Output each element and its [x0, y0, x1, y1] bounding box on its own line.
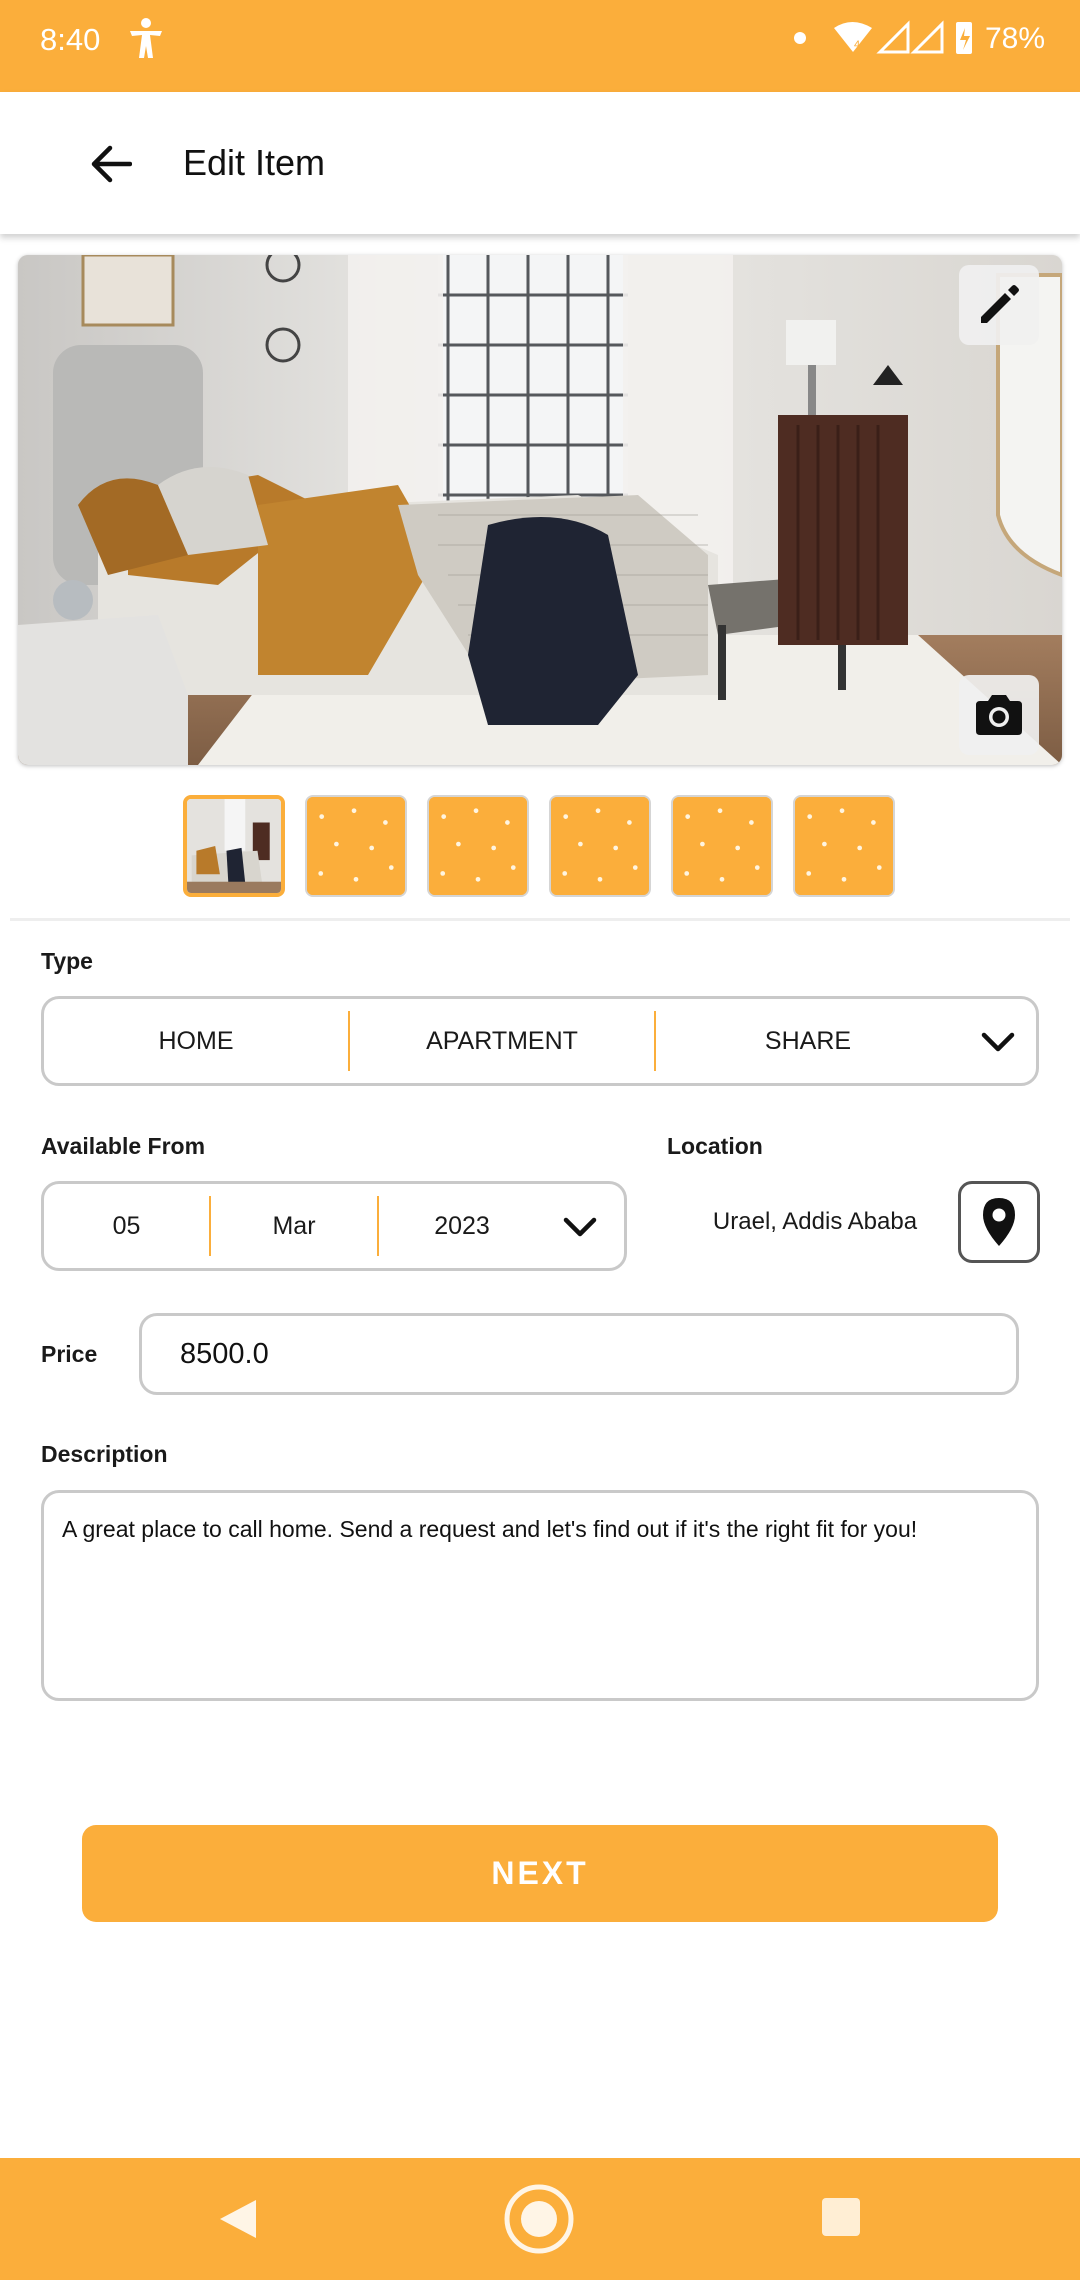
map-pin-icon: [983, 1198, 1015, 1246]
type-option-home[interactable]: HOME: [44, 999, 348, 1083]
type-selector[interactable]: HOME APARTMENT SHARE: [41, 996, 1039, 1086]
back-button[interactable]: [80, 136, 140, 192]
thumbnail-photo: [187, 799, 281, 893]
pattern-icon: [429, 797, 527, 895]
description-input[interactable]: A great place to call home. Send a reque…: [41, 1490, 1039, 1701]
price-input[interactable]: 8500.0: [139, 1313, 1019, 1395]
pattern-icon: [307, 797, 405, 895]
date-year[interactable]: 2023: [379, 1184, 545, 1268]
status-time: 8:40: [40, 22, 101, 57]
pencil-icon: [981, 285, 1019, 323]
svg-text:4: 4: [854, 39, 860, 51]
location-label: Location: [667, 1133, 763, 1159]
status-bar: 8:40 4 78%: [0, 0, 1080, 92]
location-value: Urael, Addis Ababa: [712, 1208, 918, 1235]
available-from-label: Available From: [41, 1133, 206, 1159]
thumbnail-placeholder[interactable]: [305, 795, 407, 897]
date-month[interactable]: Mar: [211, 1184, 377, 1268]
accessibility-icon: [130, 18, 162, 58]
description-label: Description: [41, 1441, 168, 1467]
chevron-down-icon[interactable]: [978, 1027, 1018, 1057]
main-photo[interactable]: [18, 255, 1062, 765]
price-label: Price: [41, 1341, 98, 1367]
thumbnail-placeholder[interactable]: [793, 795, 895, 897]
date-selector[interactable]: 05 Mar 2023: [41, 1181, 627, 1271]
chevron-down-icon[interactable]: [560, 1212, 600, 1242]
pick-location-button[interactable]: [958, 1181, 1040, 1263]
thumbnail-selected[interactable]: [183, 795, 285, 897]
next-button[interactable]: NEXT: [82, 1825, 998, 1922]
type-option-apartment[interactable]: APARTMENT: [350, 999, 654, 1083]
pattern-icon: [795, 797, 893, 895]
thumbnail-placeholder[interactable]: [671, 795, 773, 897]
pattern-icon: [551, 797, 649, 895]
battery-level: 78%: [985, 22, 1046, 55]
camera-button[interactable]: [959, 675, 1039, 755]
pattern-icon: [673, 797, 771, 895]
page-title: Edit Item: [183, 142, 326, 183]
arrow-back-icon: [91, 145, 132, 183]
edit-photo-button[interactable]: [959, 265, 1039, 345]
camera-icon: [976, 695, 1022, 735]
app-bar: Edit Item: [0, 92, 1080, 234]
date-day[interactable]: 05: [44, 1184, 209, 1268]
bedroom-photo: [18, 255, 1062, 765]
nav-home-icon[interactable]: [503, 2183, 575, 2255]
nav-back-icon[interactable]: [216, 2196, 260, 2242]
thumbnail-placeholder[interactable]: [427, 795, 529, 897]
connectivity-icons: 4: [834, 20, 972, 54]
notification-dot-icon: [794, 32, 806, 44]
type-option-share[interactable]: SHARE: [656, 999, 960, 1083]
divider: [10, 918, 1070, 921]
thumbnail-placeholder[interactable]: [549, 795, 651, 897]
type-label: Type: [41, 948, 93, 974]
navigation-bar: [0, 2158, 1080, 2280]
nav-recents-icon[interactable]: [822, 2198, 860, 2236]
